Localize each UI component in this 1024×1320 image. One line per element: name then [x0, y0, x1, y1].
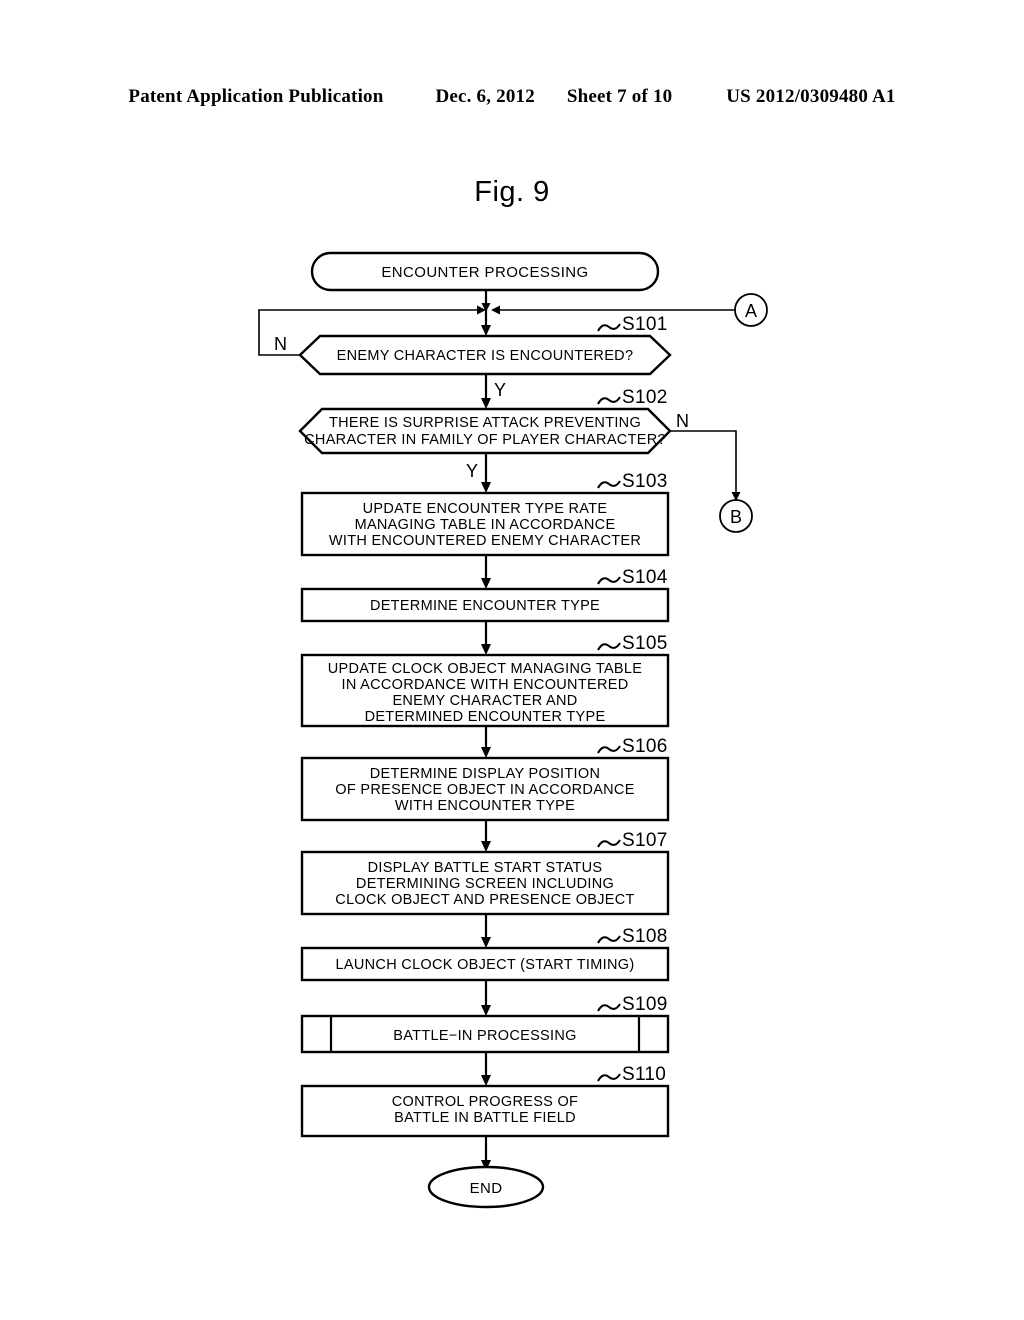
start-terminator-label: ENCOUNTER PROCESSING — [381, 264, 588, 281]
s106-label-line3: WITH ENCOUNTER TYPE — [395, 798, 575, 814]
edge-s103-to-s104-arrowhead — [481, 578, 491, 589]
s105-step-number: S105 — [622, 633, 668, 654]
node-s103-process: UPDATE ENCOUNTER TYPE RATE MANAGING TABL… — [300, 491, 670, 557]
connector-b: B — [719, 499, 753, 533]
s103-step-leader — [597, 480, 621, 489]
s107-step-number: S107 — [622, 830, 668, 851]
s102-no-branch-label: N — [676, 411, 689, 431]
s102-label-line2: CHARACTER IN FAMILY OF PLAYER CHARACTER? — [304, 432, 666, 448]
s107-label-line2: DETERMINING SCREEN INCLUDING — [356, 876, 614, 892]
s110-label-line1: CONTROL PROGRESS OF — [392, 1094, 578, 1110]
s102-label-line1: THERE IS SURPRISE ATTACK PREVENTING — [329, 415, 641, 431]
s109-label: BATTLE−IN PROCESSING — [393, 1028, 576, 1044]
node-start-terminator: ENCOUNTER PROCESSING — [310, 251, 660, 292]
node-end-terminator: END — [427, 1165, 545, 1209]
s105-label-line1: UPDATE CLOCK OBJECT MANAGING TABLE — [328, 661, 643, 677]
s102-yes-branch-label: Y — [466, 461, 478, 481]
s109-step-leader — [597, 1003, 621, 1012]
s108-step-callout: S108 — [597, 926, 668, 947]
s101-no-branch-label: N — [274, 334, 287, 354]
s101-step-callout: S101 — [597, 314, 668, 335]
s104-step-callout: S104 — [597, 567, 668, 588]
s110-step-callout: S110 — [597, 1064, 666, 1085]
connector-a: A — [734, 293, 768, 327]
node-s108-process: LAUNCH CLOCK OBJECT (START TIMING) — [300, 946, 670, 982]
s101-step-number: S101 — [622, 314, 668, 335]
s109-step-callout: S109 — [597, 994, 668, 1015]
node-s106-process: DETERMINE DISPLAY POSITION OF PRESENCE O… — [300, 756, 670, 822]
s101-step-leader — [597, 323, 621, 332]
s103-step-callout: S103 — [597, 471, 668, 492]
edge-s102-to-s103-arrowhead — [481, 482, 491, 493]
node-s101-decision: ENEMY CHARACTER IS ENCOUNTERED? — [298, 334, 672, 376]
connector-b-label: B — [730, 507, 742, 527]
edge-s105-to-s106-arrowhead — [481, 747, 491, 758]
node-s109-predefined-process: BATTLE−IN PROCESSING — [300, 1014, 670, 1054]
s103-label-line1: UPDATE ENCOUNTER TYPE RATE — [363, 501, 608, 517]
s107-label-line3: CLOCK OBJECT AND PRESENCE OBJECT — [335, 892, 634, 908]
s108-label: LAUNCH CLOCK OBJECT (START TIMING) — [336, 957, 635, 973]
s110-step-leader — [597, 1073, 621, 1082]
edge-s109-to-s110-arrowhead — [481, 1075, 491, 1086]
s108-step-number: S108 — [622, 926, 668, 947]
s102-step-leader — [597, 396, 621, 405]
s106-label-line1: DETERMINE DISPLAY POSITION — [370, 766, 600, 782]
s103-label-line3: WITH ENCOUNTERED ENEMY CHARACTER — [329, 533, 641, 549]
s110-label-line2: BATTLE IN BATTLE FIELD — [394, 1110, 576, 1126]
s107-step-callout: S107 — [597, 830, 668, 851]
s101-yes-branch-label: Y — [494, 380, 506, 400]
s102-step-number: S102 — [622, 387, 668, 408]
s104-step-leader — [597, 576, 621, 585]
s110-step-number: S110 — [622, 1064, 666, 1085]
edge-s108-to-s109-arrowhead — [481, 1005, 491, 1016]
s105-step-callout: S105 — [597, 633, 668, 654]
s106-step-leader — [597, 745, 621, 754]
edge-s107-to-s108-arrowhead — [481, 937, 491, 948]
s105-label-line3: ENEMY CHARACTER AND — [392, 693, 577, 709]
s106-step-callout: S106 — [597, 736, 668, 757]
s103-label-line2: MANAGING TABLE IN ACCORDANCE — [355, 517, 616, 533]
node-s104-process: DETERMINE ENCOUNTER TYPE — [300, 587, 670, 623]
s106-label-line2: OF PRESENCE OBJECT IN ACCORDANCE — [335, 782, 634, 798]
edge-s101-to-s102-arrowhead — [481, 398, 491, 409]
s105-label-line2: IN ACCORDANCE WITH ENCOUNTERED — [342, 677, 629, 693]
s103-step-number: S103 — [622, 471, 668, 492]
edge-junction-to-s101-arrowhead — [481, 325, 491, 336]
s102-step-callout: S102 — [597, 387, 668, 408]
node-s107-process: DISPLAY BATTLE START STATUS DETERMINING … — [300, 850, 670, 916]
node-s110-process: CONTROL PROGRESS OF BATTLE IN BATTLE FIE… — [300, 1084, 670, 1138]
connector-a-label: A — [745, 301, 757, 321]
s105-step-leader — [597, 642, 621, 651]
s107-label-line1: DISPLAY BATTLE START STATUS — [368, 860, 603, 876]
s106-step-number: S106 — [622, 736, 668, 757]
edge-s106-to-s107-arrowhead — [481, 841, 491, 852]
flowchart-canvas: ENCOUNTER PROCESSING A ENEMY CHARACTER I… — [258, 251, 768, 1209]
s101-label: ENEMY CHARACTER IS ENCOUNTERED? — [337, 348, 634, 364]
s108-step-leader — [597, 935, 621, 944]
s105-label-line4: DETERMINED ENCOUNTER TYPE — [365, 709, 606, 725]
s104-step-number: S104 — [622, 567, 668, 588]
edge-connector-a-arrowhead — [491, 305, 500, 315]
end-terminator-label: END — [470, 1180, 503, 1197]
edge-s102-no-to-connector-b — [670, 430, 737, 495]
node-s105-process: UPDATE CLOCK OBJECT MANAGING TABLE IN AC… — [300, 653, 670, 728]
node-s102-decision: THERE IS SURPRISE ATTACK PREVENTING CHAR… — [298, 407, 672, 455]
edge-s104-to-s105-arrowhead — [481, 644, 491, 655]
s104-label: DETERMINE ENCOUNTER TYPE — [370, 598, 600, 614]
s107-step-leader — [597, 839, 621, 848]
s109-step-number: S109 — [622, 994, 668, 1015]
